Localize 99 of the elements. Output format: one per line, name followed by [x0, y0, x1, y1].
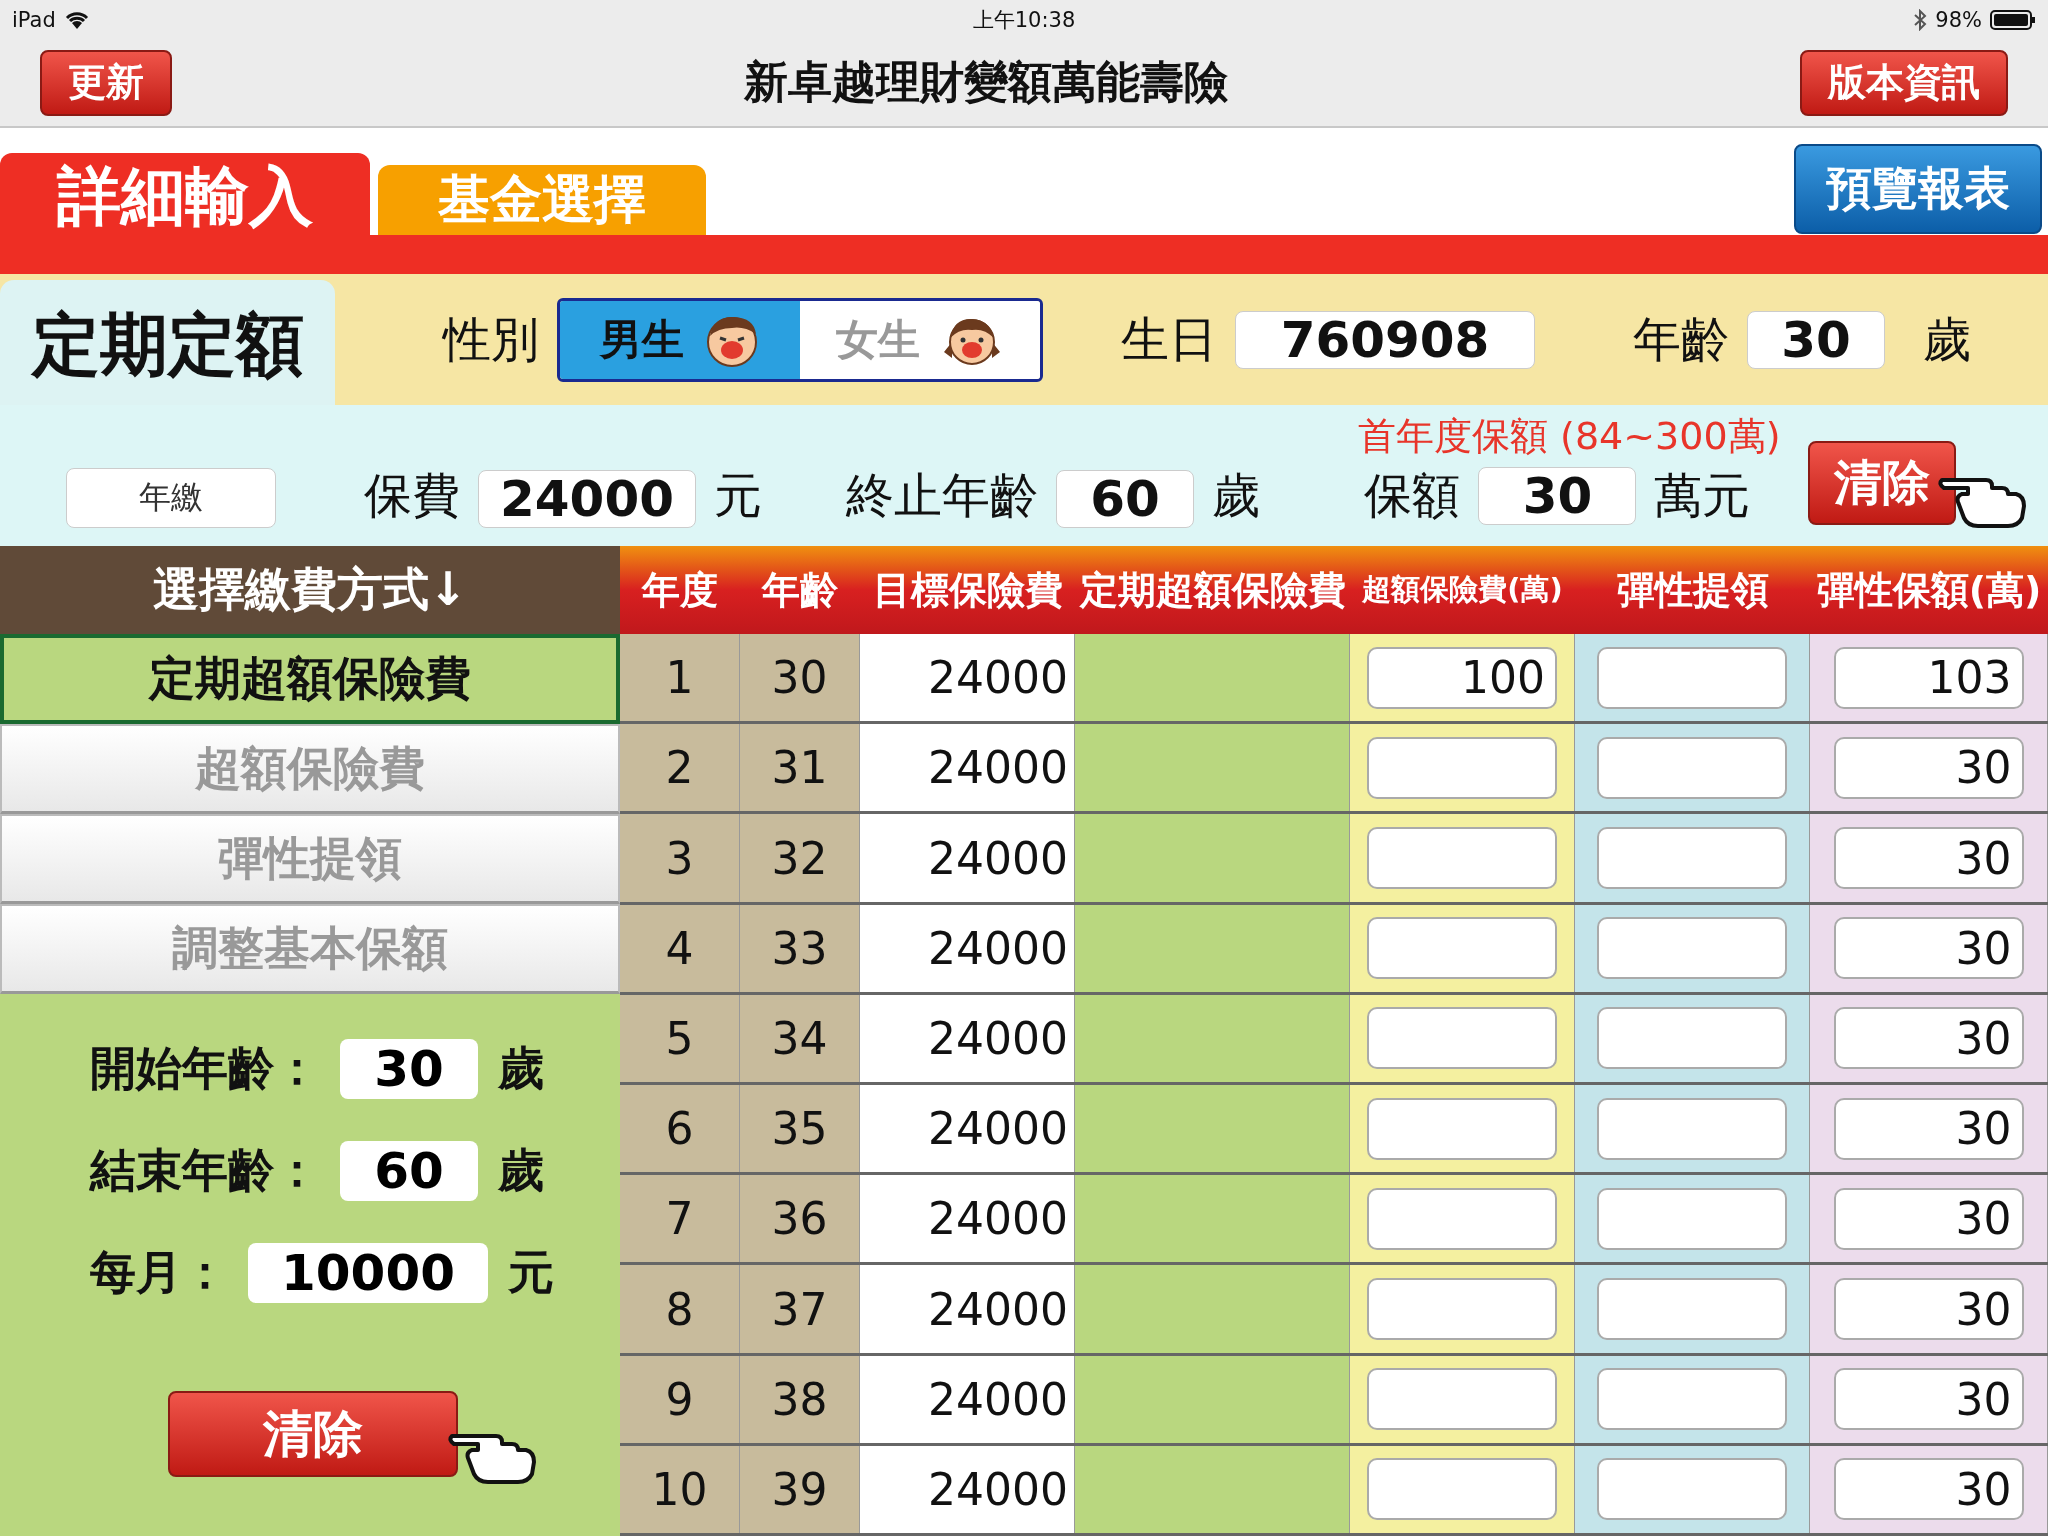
app-title: 新卓越理財變額萬能壽險	[744, 55, 1228, 109]
withdrawal-field[interactable]	[1597, 1458, 1787, 1521]
table-cell: 3	[620, 814, 740, 902]
unit-label: 元	[508, 1244, 554, 1301]
payment-method-header: 選擇繳費方式↓	[0, 546, 620, 634]
preview-report-button[interactable]: 預覽報表	[1794, 143, 2042, 234]
withdrawal-field[interactable]	[1597, 1368, 1787, 1431]
table-cell: 2	[620, 724, 740, 812]
coverage-unit: 萬元	[1654, 466, 1751, 525]
flexible-coverage-field[interactable]: 30	[1833, 1278, 2024, 1340]
withdrawal-field[interactable]	[1597, 917, 1787, 980]
premium-label: 保費	[364, 466, 460, 525]
version-info-button[interactable]: 版本資訊	[1800, 49, 2008, 116]
withdrawal-field[interactable]	[1597, 736, 1787, 799]
withdrawal-field[interactable]	[1597, 827, 1787, 889]
column-header: 定期超額保險費	[1078, 566, 1347, 614]
input-field[interactable]: 10000	[248, 1243, 488, 1303]
excess-premium-field[interactable]	[1367, 736, 1557, 799]
table-cell: 34	[740, 994, 860, 1082]
column-header: 目標保險費	[871, 566, 1064, 614]
table-cell: 31	[740, 724, 860, 812]
birthday-field[interactable]: 760908	[1235, 310, 1535, 369]
table-cell: 8	[620, 1265, 740, 1353]
table-cell: 7	[620, 1175, 740, 1263]
table-cell: 10	[620, 1445, 740, 1534]
table-cell: 37	[740, 1265, 860, 1353]
flexible-coverage-field[interactable]: 30	[1833, 1368, 2024, 1431]
excess-premium-field[interactable]: 100	[1367, 646, 1557, 709]
clear-button[interactable]: 清除	[168, 1391, 458, 1477]
end-age-label: 終止年齡	[846, 466, 1038, 525]
flexible-coverage-field[interactable]: 30	[1833, 1007, 2024, 1070]
input-field[interactable]: 60	[340, 1141, 478, 1201]
flexible-coverage-field[interactable]: 30	[1833, 736, 2024, 799]
birthday-label: 生日	[1121, 309, 1217, 369]
end-age-field[interactable]: 60	[1056, 470, 1194, 528]
refresh-button[interactable]: 更新	[40, 49, 172, 116]
table-cell: 4	[620, 904, 740, 992]
excess-premium-field[interactable]	[1367, 917, 1557, 980]
table-cell: 32	[740, 814, 860, 902]
flexible-coverage-field[interactable]: 103	[1833, 646, 2024, 709]
withdrawal-field[interactable]	[1597, 1007, 1787, 1070]
gender-label: 性別	[443, 309, 539, 369]
premium-field[interactable]: 24000	[478, 470, 696, 528]
payment-mode-field[interactable]: 年繳	[66, 468, 276, 528]
table-cell: 33	[740, 904, 860, 992]
excess-premium-field[interactable]	[1367, 1187, 1557, 1250]
coverage-label: 保額	[1364, 466, 1461, 525]
excess-premium-field[interactable]	[1367, 1368, 1557, 1431]
column-header: 超額保險費(萬)	[1361, 571, 1564, 608]
excess-premium-field[interactable]	[1367, 1278, 1557, 1340]
table-cell: 36	[740, 1175, 860, 1263]
wifi-icon	[63, 9, 90, 30]
withdrawal-field[interactable]	[1597, 646, 1787, 709]
table-cell: 1	[620, 634, 740, 722]
clear-button[interactable]: 清除	[1808, 441, 1957, 525]
payment-method-option[interactable]: 定期超額保險費	[0, 634, 620, 724]
flexible-coverage-field[interactable]: 30	[1833, 917, 2024, 980]
age-unit: 歲	[1923, 309, 1971, 369]
withdrawal-field[interactable]	[1597, 1187, 1787, 1250]
flexible-coverage-field[interactable]: 30	[1833, 1097, 2024, 1160]
table-cell: 35	[740, 1085, 860, 1173]
age-label: 年齡	[1633, 309, 1729, 369]
unit-label: 歲	[498, 1142, 544, 1199]
bluetooth-icon	[1913, 8, 1928, 31]
tab[interactable]: 詳細輸入	[0, 153, 370, 235]
withdrawal-field[interactable]	[1597, 1278, 1787, 1340]
premium-unit: 元	[714, 466, 762, 525]
coverage-field[interactable]: 30	[1478, 467, 1637, 525]
table-cell: 6	[620, 1085, 740, 1173]
excess-premium-field[interactable]	[1367, 1007, 1557, 1070]
flexible-coverage-field[interactable]: 30	[1833, 827, 2024, 889]
table-cell: 38	[740, 1355, 860, 1443]
unit-label: 歲	[498, 1040, 544, 1097]
age-field[interactable]: 30	[1747, 310, 1885, 369]
field-label: 結束年齡：	[90, 1142, 320, 1199]
excess-premium-field[interactable]	[1367, 1458, 1557, 1521]
column-header: 彈性保額(萬)	[1815, 566, 2043, 614]
end-age-unit: 歲	[1212, 466, 1260, 525]
carrier-label: iPad	[12, 7, 56, 32]
battery-icon	[1990, 9, 2036, 30]
table-cell: 30	[740, 634, 860, 722]
excess-premium-field[interactable]	[1367, 1097, 1557, 1160]
gender-option[interactable]: 男生	[560, 300, 800, 379]
field-label: 開始年齡：	[90, 1040, 320, 1097]
table-cell: 5	[620, 994, 740, 1082]
excess-premium-field[interactable]	[1367, 827, 1557, 889]
field-label: 每月：	[90, 1244, 228, 1301]
column-header: 彈性提領	[1615, 566, 1770, 614]
withdrawal-field[interactable]	[1597, 1097, 1787, 1160]
flexible-coverage-field[interactable]: 30	[1833, 1458, 2024, 1521]
coverage-range-hint: 首年度保額 (84~300萬)	[1358, 413, 1781, 460]
status-time: 上午10:38	[972, 6, 1076, 34]
flexible-coverage-field[interactable]: 30	[1833, 1187, 2024, 1250]
battery-percent: 98%	[1935, 7, 1982, 32]
column-header: 年度	[640, 566, 719, 614]
table-cell: 9	[620, 1355, 740, 1443]
input-field[interactable]: 30	[340, 1039, 478, 1099]
column-header: 年齡	[760, 566, 839, 614]
table-cell: 39	[740, 1445, 860, 1534]
